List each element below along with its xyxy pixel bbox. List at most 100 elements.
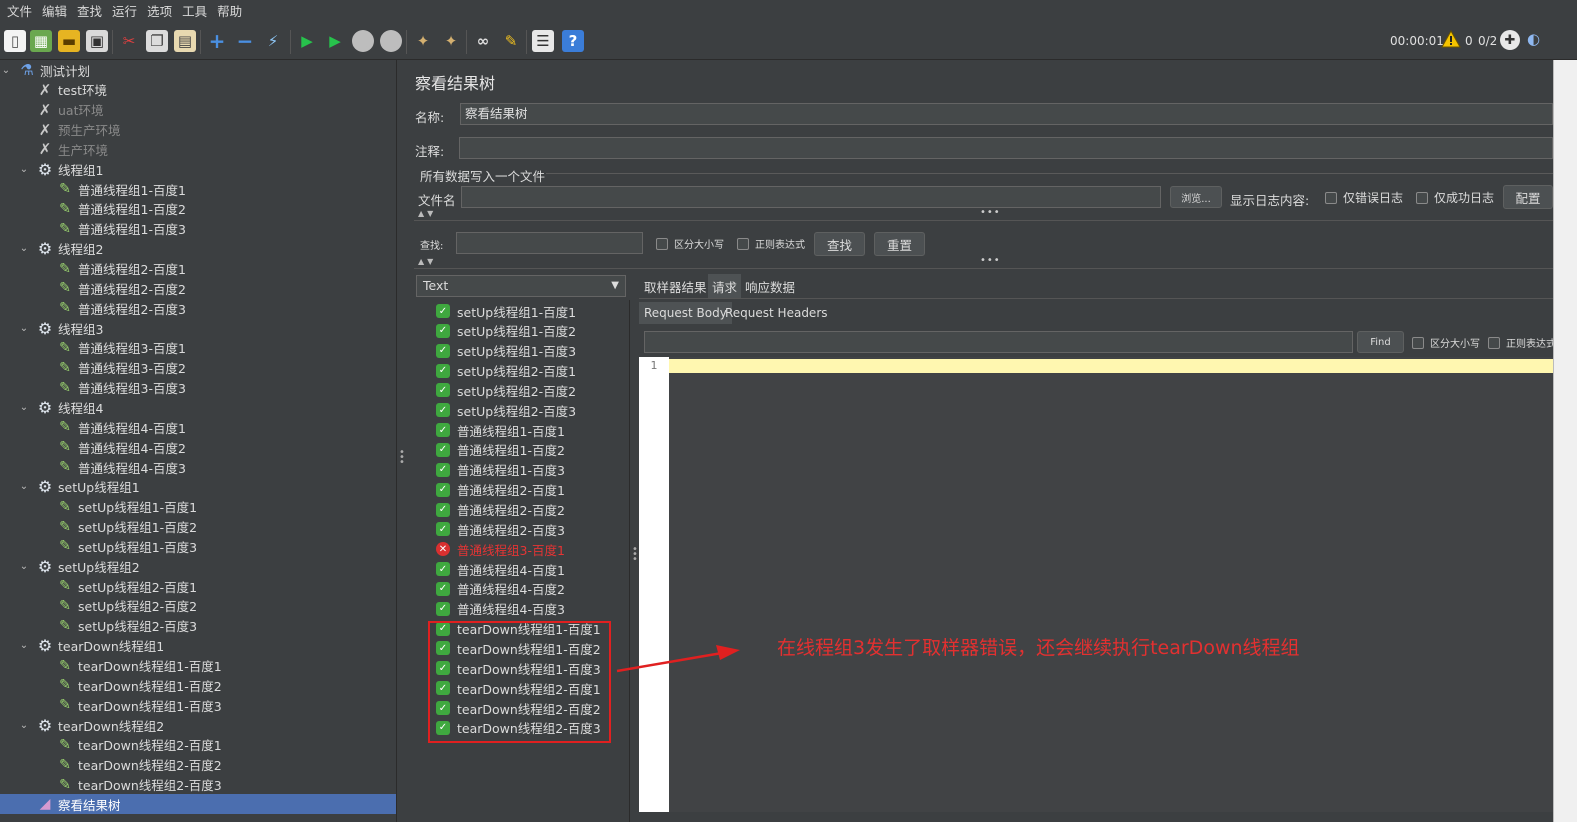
- renderer-select[interactable]: Text ▼: [416, 275, 626, 297]
- configure-button[interactable]: 配置: [1503, 185, 1553, 209]
- tree-item[interactable]: ✎ setUp线程组2-百度2: [0, 596, 396, 616]
- result-item[interactable]: ✓ setUp线程组1-百度3: [436, 341, 576, 361]
- result-item[interactable]: ✓ 普通线程组4-百度1: [436, 559, 565, 579]
- shutdown-icon[interactable]: ●: [380, 30, 402, 52]
- warning-icon[interactable]: [1441, 30, 1461, 48]
- tree-item[interactable]: ✎ 普通线程组4-百度3: [0, 457, 396, 477]
- tree-item[interactable]: ✎ 普通线程组1-百度1: [0, 179, 396, 199]
- tree-item[interactable]: ⌄ ⚙ 线程组2: [0, 239, 396, 259]
- collapse-divider-2[interactable]: ▲▼ •••: [414, 255, 1553, 269]
- chevron-down-icon[interactable]: ⌄: [18, 720, 30, 731]
- result-item[interactable]: ✓ 普通线程组4-百度3: [436, 599, 565, 619]
- tree-item[interactable]: ⌄ ⚗ 测试计划: [0, 60, 396, 80]
- tree-item[interactable]: ✎ 普通线程组4-百度2: [0, 437, 396, 457]
- tree-item[interactable]: ✗ test环境: [0, 80, 396, 100]
- result-item[interactable]: ✓ 普通线程组4-百度2: [436, 579, 565, 599]
- regex-checkbox[interactable]: 正则表达式: [737, 236, 805, 251]
- tree-item[interactable]: ⌄ ⚙ 线程组3: [0, 318, 396, 338]
- collapse-all-icon[interactable]: −: [234, 29, 256, 53]
- clear-all-icon[interactable]: ✦: [440, 30, 462, 52]
- chevron-down-icon[interactable]: ⌄: [18, 323, 30, 334]
- collapse-divider-1[interactable]: ▲▼ •••: [414, 207, 1553, 221]
- tree-item[interactable]: ✗ 生产环境: [0, 139, 396, 159]
- log-viewer-icon[interactable]: ◐: [1527, 30, 1547, 50]
- expand-all-icon[interactable]: +: [206, 29, 228, 53]
- tree-item[interactable]: ✎ 普通线程组3-百度1: [0, 338, 396, 358]
- chevron-down-icon[interactable]: ⌄: [18, 481, 30, 492]
- result-item[interactable]: ✓ setUp线程组2-百度1: [436, 361, 576, 381]
- result-item[interactable]: ✓ 普通线程组2-百度2: [436, 500, 565, 520]
- tree-item[interactable]: ✎ tearDown线程组1-百度2: [0, 675, 396, 695]
- tree-item[interactable]: ◢ 察看结果树: [0, 794, 396, 815]
- tree-item[interactable]: ⌄ ⚙ setUp线程组1: [0, 477, 396, 497]
- tree-item[interactable]: ✎ tearDown线程组1-百度3: [0, 695, 396, 715]
- tree-item[interactable]: ✎ tearDown线程组1-百度1: [0, 656, 396, 676]
- tree-item[interactable]: ✎ 普通线程组2-百度3: [0, 298, 396, 318]
- tree-item[interactable]: ✗ 预生产环境: [0, 120, 396, 140]
- detail-case-checkbox[interactable]: 区分大小写: [1412, 335, 1480, 350]
- left-splitter[interactable]: • • •: [396, 60, 405, 822]
- tree-item[interactable]: ⌄ ⚙ tearDown线程组2: [0, 715, 396, 735]
- menu-edit[interactable]: 编辑: [37, 0, 72, 24]
- chevron-down-icon[interactable]: ⌄: [18, 640, 30, 651]
- menu-run[interactable]: 运行: [107, 0, 142, 24]
- tab-response-data[interactable]: 响应数据: [741, 274, 799, 298]
- function-helper-icon[interactable]: ☰: [532, 30, 554, 52]
- tree-item[interactable]: ✎ tearDown线程组2-百度2: [0, 755, 396, 775]
- tree-item[interactable]: ✎ setUp线程组1-百度2: [0, 517, 396, 537]
- open-icon[interactable]: ▬: [58, 30, 80, 52]
- detail-search-input[interactable]: [644, 331, 1353, 353]
- result-item[interactable]: ✓ setUp线程组2-百度3: [436, 400, 576, 420]
- paste-icon[interactable]: ▤: [174, 30, 196, 52]
- search-input[interactable]: [456, 232, 643, 254]
- detail-find-button[interactable]: Find: [1357, 331, 1404, 353]
- help-icon[interactable]: ?: [562, 30, 584, 52]
- stop-icon[interactable]: ●: [352, 30, 374, 52]
- templates-icon[interactable]: ▦: [30, 30, 52, 52]
- result-item[interactable]: ✓ 普通线程组2-百度3: [436, 519, 565, 539]
- menu-options[interactable]: 选项: [142, 0, 177, 24]
- tree-item[interactable]: ⌄ ⚙ 线程组4: [0, 397, 396, 417]
- clear-icon[interactable]: ✦: [412, 30, 434, 52]
- detail-regex-checkbox[interactable]: 正则表达式: [1488, 335, 1553, 350]
- start-no-pause-icon[interactable]: ▶: [324, 30, 346, 52]
- browse-button[interactable]: 浏览...: [1170, 186, 1222, 208]
- tab-sampler-result[interactable]: 取样器结果: [640, 274, 711, 298]
- menu-tools[interactable]: 工具: [177, 0, 212, 24]
- tree-item[interactable]: ⌄ ⚙ setUp线程组2: [0, 556, 396, 576]
- tree-item[interactable]: ✎ setUp线程组1-百度3: [0, 536, 396, 556]
- tree-item[interactable]: ✗ uat环境: [0, 100, 396, 120]
- reset-button[interactable]: 重置: [874, 232, 925, 256]
- comment-field[interactable]: [459, 137, 1553, 159]
- tab-request[interactable]: 请求: [708, 274, 742, 298]
- result-item[interactable]: ✓ setUp线程组1-百度2: [436, 321, 576, 341]
- menu-file[interactable]: 文件: [2, 0, 37, 24]
- reset-search-icon[interactable]: ✎: [500, 30, 522, 52]
- tree-item[interactable]: ✎ setUp线程组2-百度3: [0, 616, 396, 636]
- tree-item[interactable]: ✎ 普通线程组3-百度3: [0, 378, 396, 398]
- chevron-down-icon[interactable]: ⌄: [18, 402, 30, 413]
- chevron-down-icon[interactable]: ⌄: [18, 561, 30, 572]
- name-field[interactable]: 察看结果树: [460, 103, 1553, 125]
- search-button[interactable]: 查找: [814, 232, 865, 256]
- remote-icon[interactable]: ✚: [1500, 30, 1520, 50]
- binoculars-icon[interactable]: ∞: [472, 30, 494, 52]
- request-body-editor[interactable]: 1: [639, 357, 1553, 812]
- result-item[interactable]: ✓ 普通线程组1-百度2: [436, 440, 565, 460]
- tree-item[interactable]: ✎ 普通线程组4-百度1: [0, 417, 396, 437]
- subtab-request-headers[interactable]: Request Headers: [720, 302, 833, 324]
- copy-icon[interactable]: ❐: [146, 30, 168, 52]
- menu-search[interactable]: 查找: [72, 0, 107, 24]
- results-splitter[interactable]: • • •: [630, 275, 638, 822]
- tree-item[interactable]: ⌄ ⚙ 线程组1: [0, 159, 396, 179]
- new-file-icon[interactable]: ▯: [4, 30, 26, 52]
- tree-item[interactable]: ⌄ ⚙ tearDown线程组1: [0, 636, 396, 656]
- filename-field[interactable]: [461, 186, 1161, 208]
- save-icon[interactable]: ▣: [86, 30, 108, 52]
- chevron-down-icon[interactable]: ⌄: [18, 243, 30, 254]
- tree-item[interactable]: ✎ tearDown线程组2-百度3: [0, 775, 396, 795]
- result-item[interactable]: ✓ 普通线程组1-百度1: [436, 420, 565, 440]
- tree-item[interactable]: ✎ 普通线程组2-百度2: [0, 278, 396, 298]
- start-icon[interactable]: ▶: [296, 30, 318, 52]
- tree-item[interactable]: ✎ 普通线程组1-百度3: [0, 219, 396, 239]
